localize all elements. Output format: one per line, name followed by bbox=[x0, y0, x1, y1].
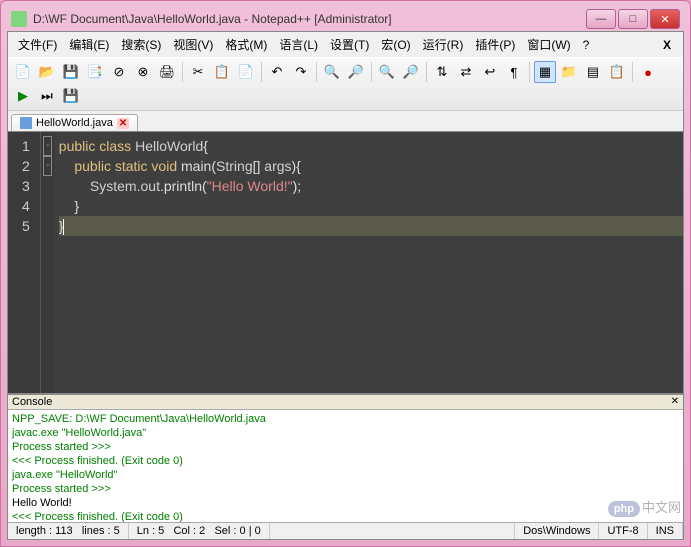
console-titlebar[interactable]: Console ✕ bbox=[8, 395, 683, 410]
line-number: 2 bbox=[22, 156, 30, 176]
sync-v-icon[interactable]: ⇅ bbox=[431, 61, 453, 83]
fold-margin: - - bbox=[41, 132, 55, 393]
show-all-icon[interactable]: ¶ bbox=[503, 61, 525, 83]
code-line-current[interactable]: } bbox=[59, 216, 683, 236]
code-area[interactable]: public class HelloWorld{ public static v… bbox=[55, 132, 683, 393]
console-line: <<< Process finished. (Exit code 0) bbox=[12, 454, 679, 468]
console-line: NPP_SAVE: D:\WF Document\Java\HelloWorld… bbox=[12, 412, 679, 426]
save-all-icon[interactable]: 📑 bbox=[84, 61, 106, 83]
console-line: java.exe "HelloWorld" bbox=[12, 468, 679, 482]
func-list-icon[interactable]: 📋 bbox=[606, 61, 628, 83]
wrap-icon[interactable]: ↩ bbox=[479, 61, 501, 83]
menu-edit[interactable]: 编辑(E) bbox=[63, 34, 115, 55]
status-spacer bbox=[270, 523, 516, 539]
console-line: Hello World! bbox=[12, 496, 679, 510]
menu-macro[interactable]: 宏(O) bbox=[375, 34, 416, 55]
menu-window[interactable]: 窗口(W) bbox=[521, 34, 576, 55]
toolbar: 📄 📂 💾 📑 ⊘ ⊗ 🖨 ✂ 📋 📄 ↶ ↷ 🔍 🔎 🔍 🔎 ⇅ ⇄ ↩ ¶ bbox=[8, 57, 683, 111]
code-line[interactable]: System.out.println("Hello World!"); bbox=[59, 176, 683, 196]
find-icon[interactable]: 🔍 bbox=[321, 61, 343, 83]
undo-icon[interactable]: ↶ bbox=[266, 61, 288, 83]
close-file-icon[interactable]: ⊘ bbox=[108, 61, 130, 83]
record-icon[interactable]: ● bbox=[637, 61, 659, 83]
menu-search[interactable]: 搜索(S) bbox=[115, 34, 167, 55]
menu-file[interactable]: 文件(F) bbox=[12, 34, 63, 55]
play-icon[interactable]: ▶ bbox=[12, 85, 34, 107]
line-number: 1 bbox=[22, 136, 30, 156]
window-body: 文件(F) 编辑(E) 搜索(S) 视图(V) 格式(M) 语言(L) 设置(T… bbox=[7, 31, 684, 540]
menubar: 文件(F) 编辑(E) 搜索(S) 视图(V) 格式(M) 语言(L) 设置(T… bbox=[8, 32, 683, 57]
replace-icon[interactable]: 🔎 bbox=[345, 61, 367, 83]
zoom-out-icon[interactable]: 🔎 bbox=[400, 61, 422, 83]
status-bar: length : 113 lines : 5 Ln : 5 Col : 2 Se… bbox=[8, 522, 683, 539]
line-number: 3 bbox=[22, 176, 30, 196]
minimize-button[interactable]: — bbox=[586, 9, 616, 29]
redo-icon[interactable]: ↷ bbox=[290, 61, 312, 83]
status-position: Ln : 5 Col : 2 Sel : 0 | 0 bbox=[129, 523, 270, 539]
status-length: length : 113 lines : 5 bbox=[8, 523, 129, 539]
paste-icon[interactable]: 📄 bbox=[235, 61, 257, 83]
status-eol[interactable]: Dos\Windows bbox=[515, 523, 599, 539]
code-line[interactable]: } bbox=[59, 196, 683, 216]
text-caret bbox=[63, 219, 64, 235]
save-icon[interactable]: 💾 bbox=[60, 61, 82, 83]
status-insert-mode[interactable]: INS bbox=[648, 523, 683, 539]
window-title: D:\WF Document\Java\HelloWorld.java - No… bbox=[33, 12, 586, 26]
menu-x-button[interactable]: X bbox=[655, 36, 679, 54]
copy-icon[interactable]: 📋 bbox=[211, 61, 233, 83]
line-number: 5 bbox=[22, 216, 30, 236]
console-panel: Console ✕ NPP_SAVE: D:\WF Document\Java\… bbox=[8, 393, 683, 522]
menu-language[interactable]: 语言(L) bbox=[273, 34, 324, 55]
code-line[interactable]: public static void main(String[] args){ bbox=[59, 156, 683, 176]
menu-help[interactable]: ? bbox=[577, 36, 596, 54]
print-icon[interactable]: 🖨 bbox=[156, 61, 178, 83]
window-controls: — □ ✕ bbox=[586, 9, 680, 29]
file-icon bbox=[20, 117, 32, 129]
status-encoding[interactable]: UTF-8 bbox=[599, 523, 647, 539]
line-number: 4 bbox=[22, 196, 30, 216]
code-editor[interactable]: 1 2 3 4 5 - - public class HelloWorld{ p… bbox=[8, 132, 683, 393]
menu-view[interactable]: 视图(V) bbox=[167, 34, 219, 55]
tab-bar: HelloWorld.java ✕ bbox=[8, 111, 683, 132]
console-title-text: Console bbox=[12, 396, 52, 408]
new-file-icon[interactable]: 📄 bbox=[12, 61, 34, 83]
close-button[interactable]: ✕ bbox=[650, 9, 680, 29]
window-frame: D:\WF Document\Java\HelloWorld.java - No… bbox=[0, 0, 691, 547]
maximize-button[interactable]: □ bbox=[618, 9, 648, 29]
cut-icon[interactable]: ✂ bbox=[187, 61, 209, 83]
console-line: Process started >>> bbox=[12, 482, 679, 496]
tab-close-icon[interactable]: ✕ bbox=[117, 118, 129, 129]
console-output[interactable]: NPP_SAVE: D:\WF Document\Java\HelloWorld… bbox=[8, 410, 683, 522]
menu-plugins[interactable]: 插件(P) bbox=[469, 34, 521, 55]
line-gutter: 1 2 3 4 5 bbox=[8, 132, 41, 393]
console-line: <<< Process finished. (Exit code 0) bbox=[12, 510, 679, 522]
save-macro-icon[interactable]: 💾 bbox=[60, 85, 82, 107]
console-line: Process started >>> bbox=[12, 440, 679, 454]
close-all-icon[interactable]: ⊗ bbox=[132, 61, 154, 83]
fold-icon[interactable]: - bbox=[43, 156, 52, 176]
folder-icon[interactable]: 📁 bbox=[558, 61, 580, 83]
sync-h-icon[interactable]: ⇄ bbox=[455, 61, 477, 83]
open-file-icon[interactable]: 📂 bbox=[36, 61, 58, 83]
file-tab[interactable]: HelloWorld.java ✕ bbox=[11, 114, 138, 131]
menu-settings[interactable]: 设置(T) bbox=[324, 34, 375, 55]
fold-icon[interactable]: - bbox=[43, 136, 52, 156]
titlebar[interactable]: D:\WF Document\Java\HelloWorld.java - No… bbox=[7, 7, 684, 31]
menu-run[interactable]: 运行(R) bbox=[417, 34, 470, 55]
console-line: javac.exe "HelloWorld.java" bbox=[12, 426, 679, 440]
app-icon bbox=[11, 11, 27, 27]
indent-guide-icon[interactable]: ▦ bbox=[534, 61, 556, 83]
code-line[interactable]: public class HelloWorld{ bbox=[59, 136, 683, 156]
zoom-in-icon[interactable]: 🔍 bbox=[376, 61, 398, 83]
console-close-icon[interactable]: ✕ bbox=[671, 396, 679, 408]
tab-filename: HelloWorld.java bbox=[36, 117, 113, 129]
menu-format[interactable]: 格式(M) bbox=[219, 34, 273, 55]
doc-map-icon[interactable]: ▤ bbox=[582, 61, 604, 83]
play-multi-icon[interactable]: ⏭ bbox=[36, 85, 58, 107]
